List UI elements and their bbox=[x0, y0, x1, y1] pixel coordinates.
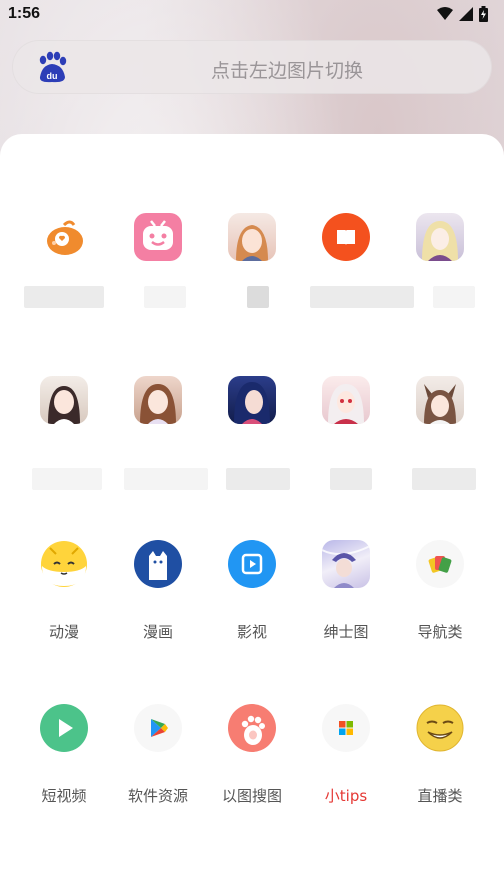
anime-catgirl-icon bbox=[416, 376, 464, 424]
anime-girl-dark-hair-icon bbox=[40, 376, 88, 424]
label-comics: 漫画 bbox=[142, 623, 173, 641]
blurred-label bbox=[24, 286, 104, 308]
blurred-label bbox=[247, 286, 269, 308]
smirk-emoji-icon bbox=[416, 704, 464, 752]
blurred-label bbox=[144, 286, 186, 308]
label-live: 直播类 bbox=[417, 787, 463, 805]
label-tips: 小tips bbox=[324, 787, 368, 805]
label-image-search: 以图搜图 bbox=[221, 787, 282, 805]
blurred-label bbox=[310, 286, 414, 308]
play-screen-icon bbox=[228, 540, 276, 588]
windows-logo-icon bbox=[322, 704, 370, 752]
status-icons bbox=[437, 6, 488, 22]
label-software: 软件资源 bbox=[127, 787, 188, 805]
label-navigation: 导航类 bbox=[417, 623, 463, 641]
anime-girl-blue-hair-icon bbox=[228, 376, 276, 424]
battery-icon bbox=[479, 6, 488, 22]
cards-icon bbox=[416, 540, 464, 588]
anime-girl-avatar-icon bbox=[228, 213, 276, 261]
whale-app-icon bbox=[40, 213, 88, 261]
search-placeholder[interactable]: 点击左边图片切换 bbox=[12, 56, 492, 83]
signal-icon bbox=[459, 7, 473, 21]
play-icon bbox=[40, 704, 88, 752]
search-bar[interactable]: du 点击左边图片切换 bbox=[12, 40, 492, 94]
book-app-icon bbox=[322, 213, 370, 261]
label-short-video: 短视频 bbox=[41, 787, 87, 805]
anime-girl-white-hair-icon bbox=[322, 376, 370, 424]
blurred-label bbox=[226, 468, 290, 490]
label-anime: 动漫 bbox=[48, 623, 79, 641]
anime-girl-brown-hair-icon bbox=[134, 376, 182, 424]
blurred-label bbox=[433, 286, 475, 308]
paw-icon bbox=[228, 704, 276, 752]
play-store-icon bbox=[134, 704, 182, 752]
blurred-label bbox=[124, 468, 208, 490]
status-time: 1:56 bbox=[8, 5, 41, 22]
blurred-label bbox=[412, 468, 476, 490]
app-grid-sheet: 动漫 漫画 影视 绅士图 导航类 短视频 软件资源 以图搜图 小tips 直播类 bbox=[0, 134, 504, 896]
anime-scene-icon bbox=[322, 540, 370, 588]
wifi-icon bbox=[437, 7, 453, 20]
status-bar: 1:56 bbox=[0, 0, 504, 30]
label-gentleman: 绅士图 bbox=[323, 623, 369, 641]
anime-blonde-avatar-icon bbox=[416, 213, 464, 261]
tv-app-icon bbox=[134, 213, 182, 261]
cat-face-icon bbox=[40, 540, 88, 588]
label-video: 影视 bbox=[236, 623, 267, 641]
cat-silhouette-icon bbox=[134, 540, 182, 588]
blurred-label bbox=[32, 468, 102, 490]
blurred-label bbox=[330, 468, 372, 490]
